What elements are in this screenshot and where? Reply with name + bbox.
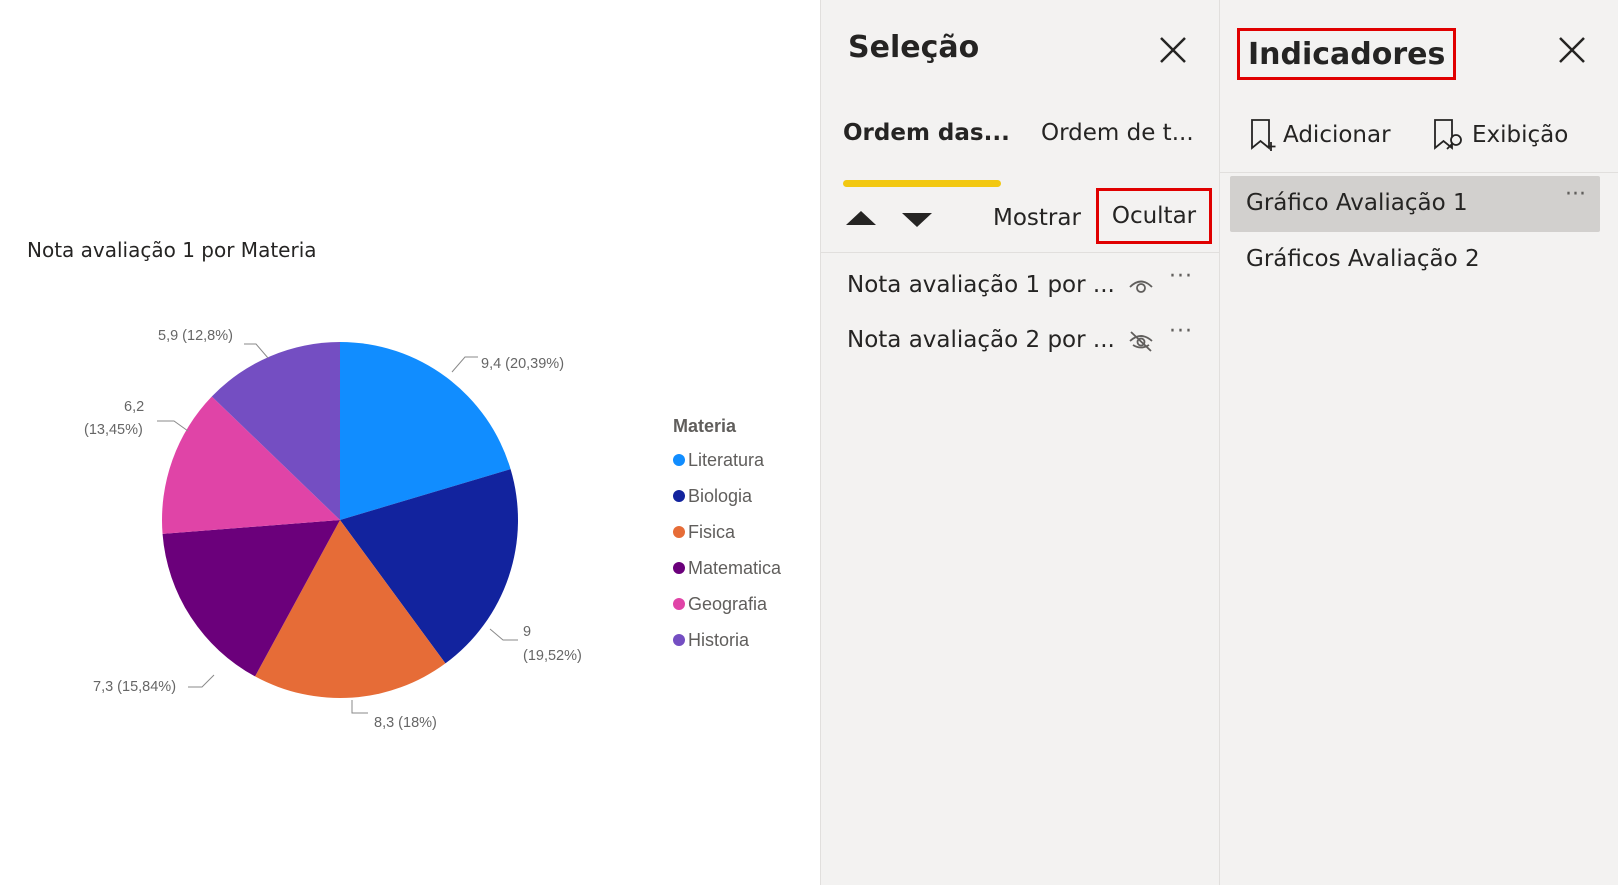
selection-pane-title: Seleção (848, 30, 980, 65)
selection-item-label: Nota avaliação 2 por ... (847, 327, 1115, 353)
legend-label: Biologia (688, 485, 753, 506)
view-button[interactable]: Exibição (1432, 118, 1568, 152)
selection-item[interactable]: Nota avaliação 1 por ... ··· (821, 260, 1219, 312)
bookmarks-pane-title: Indicadores (1248, 36, 1446, 72)
selection-item[interactable]: Nota avaliação 2 por ... ··· (821, 315, 1219, 367)
leader-line-fisica (351, 700, 368, 714)
eye-icon[interactable] (1127, 274, 1155, 298)
chart-legend: Materia Literatura Biologia Fisica Matem… (673, 416, 781, 658)
legend-label: Matematica (688, 557, 782, 578)
bookmarks-pane: Indicadores Adicionar Exibição Gráfico A… (1219, 0, 1618, 885)
eye-hidden-icon[interactable] (1127, 329, 1155, 353)
legend-item-fisica[interactable]: Fisica (673, 514, 781, 550)
leader-line-historia (244, 343, 269, 359)
data-label-geografia-value: 6,2 (124, 399, 144, 415)
bookmark-item-label: Gráficos Avaliação 2 (1246, 246, 1480, 272)
hide-button-label: Ocultar (1111, 203, 1197, 229)
legend-swatch (673, 634, 685, 646)
legend-item-literatura[interactable]: Literatura (673, 442, 781, 478)
data-label-fisica: 8,3 (18%) (374, 715, 437, 731)
legend-swatch (673, 562, 685, 574)
view-bookmark-icon (1434, 119, 1462, 150)
legend-swatch (673, 526, 685, 538)
tab-tab-order[interactable]: Ordem de t... (1041, 120, 1194, 146)
bookmark-item-selected[interactable]: Gráfico Avaliação 1 ··· (1230, 176, 1600, 232)
legend-label: Fisica (688, 521, 736, 542)
leader-line-geografia (157, 420, 189, 432)
data-label-biologia-value: 9 (523, 624, 531, 640)
legend-label: Geografia (688, 593, 768, 614)
legend-item-geografia[interactable]: Geografia (673, 586, 781, 622)
legend-label: Historia (688, 629, 750, 650)
divider (1220, 172, 1618, 173)
data-label-historia: 5,9 (12,8%) (158, 328, 233, 344)
more-options-icon[interactable]: ··· (1565, 182, 1586, 207)
hide-button[interactable]: Ocultar (1096, 188, 1212, 244)
legend-label: Literatura (688, 449, 765, 470)
tab-layer-order[interactable]: Ordem das... (843, 120, 1010, 146)
leader-line-literatura (451, 356, 478, 373)
selection-item-label: Nota avaliação 1 por ... (847, 272, 1115, 298)
view-label: Exibição (1472, 122, 1569, 148)
show-button[interactable]: Mostrar (993, 205, 1081, 231)
data-label-literatura: 9,4 (20,39%) (481, 356, 564, 372)
legend-swatch (673, 454, 685, 466)
bookmark-item-label: Gráfico Avaliação 1 (1246, 190, 1468, 216)
add-bookmark-label: Adicionar (1283, 122, 1391, 148)
report-canvas: Nota avaliação 1 por Materia 9,4 (20,39%… (0, 0, 820, 885)
leader-line-biologia (489, 628, 518, 641)
bookmark-item[interactable]: Gráficos Avaliação 2 (1230, 232, 1600, 288)
leader-line-matematica (188, 674, 215, 688)
close-icon[interactable] (1557, 35, 1587, 65)
active-tab-indicator (843, 180, 1001, 187)
add-bookmark-button[interactable]: Adicionar (1249, 118, 1391, 152)
bookmarks-title-highlight: Indicadores (1237, 28, 1457, 80)
more-options-icon[interactable]: ··· (1169, 264, 1193, 289)
triangle-up-icon[interactable] (844, 207, 878, 231)
data-label-geografia-pct: (13,45%) (84, 422, 143, 438)
legend-item-biologia[interactable]: Biologia (673, 478, 781, 514)
triangle-down-icon[interactable] (900, 207, 934, 231)
divider (821, 252, 1219, 253)
legend-item-historia[interactable]: Historia (673, 622, 781, 658)
more-options-icon[interactable]: ··· (1169, 319, 1193, 344)
data-label-matematica: 7,3 (15,84%) (93, 679, 176, 695)
legend-title: Materia (673, 416, 737, 436)
legend-swatch (673, 598, 685, 610)
close-icon[interactable] (1158, 35, 1188, 65)
legend-item-matematica[interactable]: Matematica (673, 550, 781, 586)
add-bookmark-icon (1251, 119, 1276, 151)
selection-pane: Seleção Ordem das... Ordem de t... Mostr… (820, 0, 1219, 885)
legend-swatch (673, 490, 685, 502)
data-label-biologia-pct: (19,52%) (523, 648, 582, 664)
